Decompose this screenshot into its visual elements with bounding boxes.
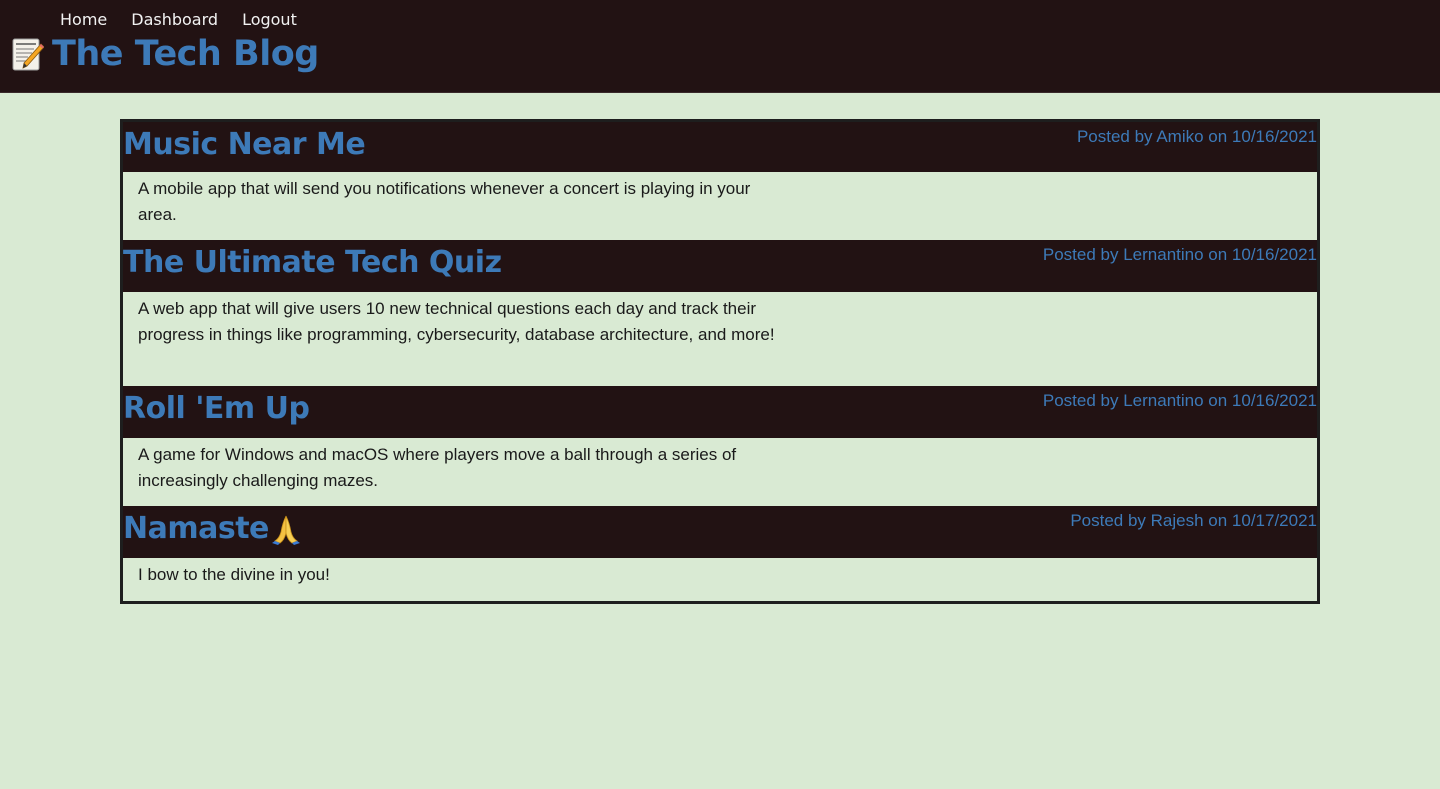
post-meta: Posted by Lernantino on 10/16/2021 [1042, 391, 1317, 410]
post-header: The Ultimate Tech Quiz Posted by Lernant… [123, 240, 1317, 292]
post-card: The Ultimate Tech Quiz Posted by Lernant… [123, 240, 1317, 386]
post-meta: Posted by Rajesh on 10/17/2021 [1070, 511, 1317, 530]
post-title[interactable]: The Ultimate Tech Quiz [123, 243, 502, 283]
post-meta: Posted by Lernantino on 10/16/2021 [1042, 245, 1317, 264]
post-title[interactable]: Music Near Me [123, 125, 366, 165]
post-body: I bow to the divine in you! [138, 565, 330, 584]
post-body: A mobile app that will send you notifica… [138, 179, 751, 224]
post-body: A web app that will give users 10 new te… [138, 299, 775, 344]
post-card: Namaste Posted by Rajesh on 10/17/2021 I… [123, 506, 1317, 601]
nav-home-link[interactable]: Home [60, 10, 107, 30]
folded-hands-icon [269, 512, 303, 546]
nav-dashboard-link[interactable]: Dashboard [131, 10, 218, 30]
post-header: Music Near Me Posted by Amiko on 10/16/2… [123, 122, 1317, 172]
brand: The Tech Blog [12, 32, 319, 76]
post-body: A game for Windows and macOS where playe… [138, 445, 737, 490]
post-card: Roll 'Em Up Posted by Lernantino on 10/1… [123, 386, 1317, 506]
site-header: Home Dashboard Logout The Tech Blog [0, 0, 1440, 93]
post-title: Namaste [123, 511, 269, 546]
post-header: Namaste Posted by Rajesh on 10/17/2021 [123, 506, 1317, 558]
post-title[interactable]: Roll 'Em Up [123, 389, 310, 429]
post-list: Music Near Me Posted by Amiko on 10/16/2… [120, 119, 1320, 604]
post-card: Music Near Me Posted by Amiko on 10/16/2… [123, 122, 1317, 240]
post-header: Roll 'Em Up Posted by Lernantino on 10/1… [123, 386, 1317, 438]
nav-logout-link[interactable]: Logout [242, 10, 297, 30]
memo-icon [12, 36, 45, 72]
post-title-wrapper[interactable]: Namaste [123, 509, 303, 549]
top-nav: Home Dashboard Logout [60, 10, 321, 30]
post-meta: Posted by Amiko on 10/16/2021 [1076, 127, 1317, 146]
site-title[interactable]: The Tech Blog [52, 32, 319, 76]
